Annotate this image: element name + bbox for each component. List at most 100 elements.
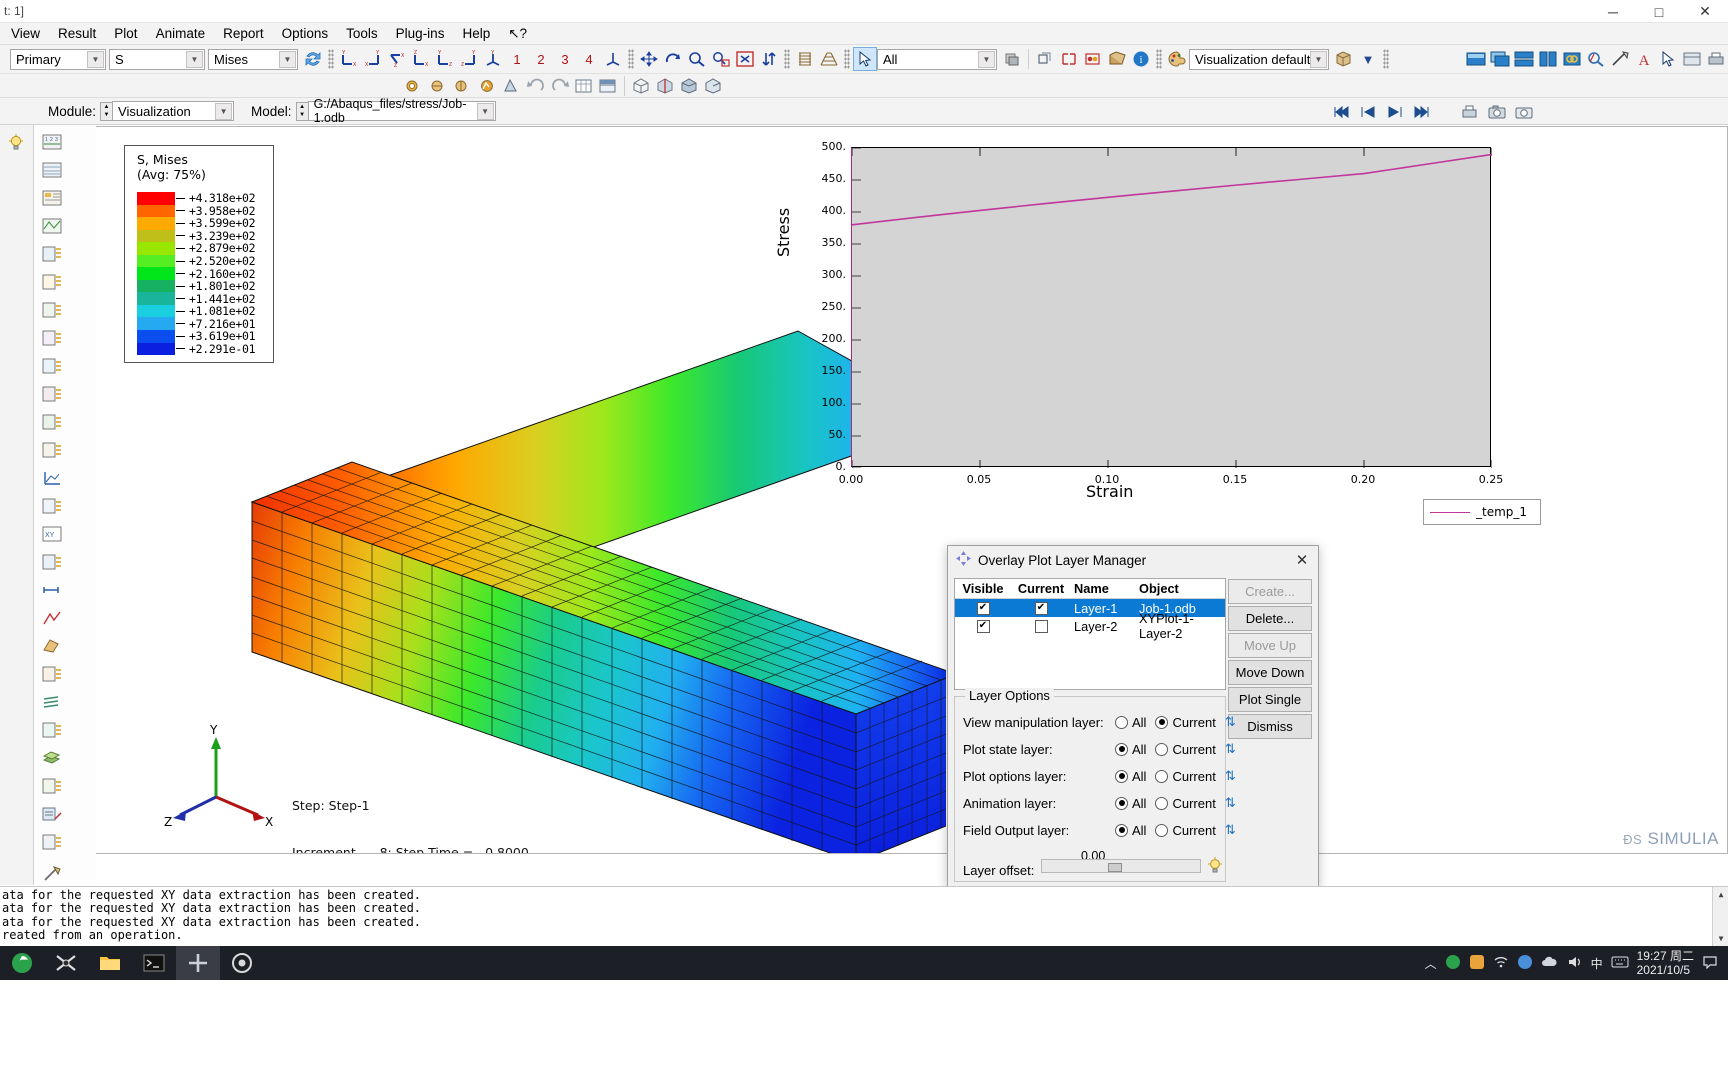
- volume-icon[interactable]: [1567, 955, 1583, 972]
- scroll-down-icon[interactable]: ▼: [1713, 931, 1728, 946]
- replace-display-group-icon[interactable]: [1105, 47, 1129, 71]
- render-style-icon[interactable]: [1332, 47, 1356, 71]
- overlay-plot-icon[interactable]: [677, 74, 701, 98]
- probe-values-icon[interactable]: [39, 802, 65, 826]
- toolbox-lightbulb-icon[interactable]: [3, 131, 29, 155]
- result-options2-icon[interactable]: [39, 326, 65, 350]
- parallel-projection-icon[interactable]: [817, 47, 841, 71]
- view-cut-icon[interactable]: [629, 74, 653, 98]
- saved-view-2[interactable]: 2: [529, 47, 553, 71]
- ply-stack-options-icon[interactable]: [39, 774, 65, 798]
- view-orientation-xy-icon[interactable]: YX: [337, 47, 361, 71]
- dismiss-button[interactable]: Dismiss: [1228, 714, 1312, 739]
- result-options-icon[interactable]: [39, 298, 65, 322]
- table-row[interactable]: ✔ Layer-2 XYPlot-1-Layer-2: [955, 617, 1225, 635]
- pan-view-icon[interactable]: [637, 47, 661, 71]
- first-frame-button[interactable]: [1329, 101, 1353, 122]
- taskbar-clock[interactable]: 19:27 周二 2021/10/5: [1637, 949, 1694, 977]
- xy-plot-axis-icon[interactable]: XY: [39, 522, 65, 546]
- radio-all[interactable]: All: [1115, 715, 1146, 730]
- last-frame-button[interactable]: [1410, 101, 1434, 122]
- toolbar-drag-handle[interactable]: [328, 49, 334, 69]
- context-help-icon[interactable]: ↖?: [499, 24, 536, 44]
- radio-current[interactable]: Current: [1155, 742, 1215, 757]
- minimize-button[interactable]: ─: [1590, 0, 1636, 23]
- view-orientation-yz-icon[interactable]: YZ: [433, 47, 457, 71]
- toolbar-drag-handle[interactable]: [1383, 49, 1389, 69]
- plot-contours-icon[interactable]: 123: [39, 130, 65, 154]
- network-icon[interactable]: [1493, 955, 1509, 972]
- keyboard-icon[interactable]: [1611, 956, 1629, 971]
- stream-create-icon[interactable]: [39, 690, 65, 714]
- layer-table[interactable]: Visible Current Name Object ✔ ✔ Layer-1 …: [954, 578, 1226, 690]
- create-display-group-icon[interactable]: [1057, 47, 1081, 71]
- select-cursor-icon[interactable]: [853, 47, 877, 71]
- overlay-plot-layer-manager-dialog[interactable]: Overlay Plot Layer Manager ✕ Visible Cur…: [947, 545, 1319, 888]
- chevron-down-icon[interactable]: ▼: [1356, 47, 1380, 71]
- render-defaults-combo[interactable]: Visualization defaults ▼: [1189, 49, 1329, 70]
- terminal-icon[interactable]: [132, 946, 176, 980]
- create-xy-data-icon[interactable]: [39, 466, 65, 490]
- create-button[interactable]: Create...: [1228, 579, 1312, 604]
- viewport-annotation-icon[interactable]: [1680, 47, 1704, 71]
- symbol-plot-icon[interactable]: [428, 74, 452, 98]
- file-explorer-icon[interactable]: [88, 946, 132, 980]
- move-up-button[interactable]: Move Up: [1228, 633, 1312, 658]
- toolbar-drag-handle[interactable]: [1156, 49, 1162, 69]
- free-body-options-icon[interactable]: [39, 662, 65, 686]
- viewport-layout-tile-vertical-icon[interactable]: [1536, 47, 1560, 71]
- radio-current[interactable]: Current: [1155, 769, 1215, 784]
- previous-frame-button[interactable]: [1356, 101, 1380, 122]
- toolbar-drag-handle[interactable]: [784, 49, 790, 69]
- scroll-up-icon[interactable]: ▲: [1713, 887, 1728, 903]
- maximize-button[interactable]: □: [1636, 0, 1682, 23]
- menu-plugins[interactable]: Plug-ins: [387, 24, 454, 43]
- field-output-dialog-icon[interactable]: [301, 47, 325, 71]
- stream-options-icon[interactable]: [39, 718, 65, 742]
- viewport-print-icon[interactable]: [1704, 47, 1728, 71]
- field-output-icon[interactable]: [39, 242, 65, 266]
- display-group-icon[interactable]: [1033, 47, 1057, 71]
- toolbar-drag-handle[interactable]: [844, 49, 850, 69]
- selection-options-icon[interactable]: [1000, 47, 1024, 71]
- toolbar-drag-handle[interactable]: [628, 49, 634, 69]
- slider-knob[interactable]: [1108, 863, 1122, 872]
- probe-icon[interactable]: [1608, 47, 1632, 71]
- animation-options-icon[interactable]: [39, 438, 65, 462]
- annotate-text-icon[interactable]: A: [1632, 47, 1656, 71]
- layer-offset-slider[interactable]: [1041, 859, 1201, 873]
- notifications-icon[interactable]: [1702, 955, 1718, 972]
- free-body-cut-icon[interactable]: [701, 74, 725, 98]
- tray-app-a-icon[interactable]: [1445, 954, 1461, 973]
- animation-time-icon[interactable]: [39, 382, 65, 406]
- model-combo[interactable]: G:/Abaqus_files/stress/Job-1.odb ▼: [308, 101, 496, 121]
- field-output-options-icon[interactable]: [39, 270, 65, 294]
- xy-data-manager-icon[interactable]: [39, 494, 65, 518]
- redo-view-icon[interactable]: [548, 74, 572, 98]
- viewport-layout-1-icon[interactable]: [1464, 47, 1488, 71]
- viewport[interactable]: S, Mises (Avg: 75%) +4.318e+02+3.958e+02…: [96, 126, 1728, 854]
- superimpose-options-icon[interactable]: [39, 214, 65, 238]
- radio-current[interactable]: Current: [1155, 715, 1215, 730]
- menu-animate[interactable]: Animate: [147, 24, 215, 43]
- app-icon-1[interactable]: [44, 946, 88, 980]
- menu-tools[interactable]: Tools: [337, 24, 387, 43]
- contour-plot-icon[interactable]: [404, 74, 428, 98]
- view-orientation-iso-icon[interactable]: Y: [481, 47, 505, 71]
- query-icon[interactable]: [1584, 47, 1608, 71]
- radio-all[interactable]: All: [1115, 823, 1146, 838]
- saved-view-4[interactable]: 4: [577, 47, 601, 71]
- box-zoom-icon[interactable]: [709, 47, 733, 71]
- print-viewport-button[interactable]: [1458, 101, 1482, 122]
- menu-help[interactable]: Help: [453, 24, 499, 43]
- xy-plot-icon[interactable]: [476, 74, 500, 98]
- free-body-create-icon[interactable]: [39, 634, 65, 658]
- next-frame-button[interactable]: [1383, 101, 1407, 122]
- cloud-icon[interactable]: [1541, 955, 1559, 972]
- radio-all[interactable]: All: [1115, 742, 1146, 757]
- query-information-icon[interactable]: [39, 862, 65, 886]
- camera-movie-button[interactable]: [1512, 101, 1536, 122]
- menu-options[interactable]: Options: [273, 24, 338, 43]
- radio-current[interactable]: Current: [1155, 796, 1215, 811]
- tray-app-b-icon[interactable]: [1469, 954, 1485, 973]
